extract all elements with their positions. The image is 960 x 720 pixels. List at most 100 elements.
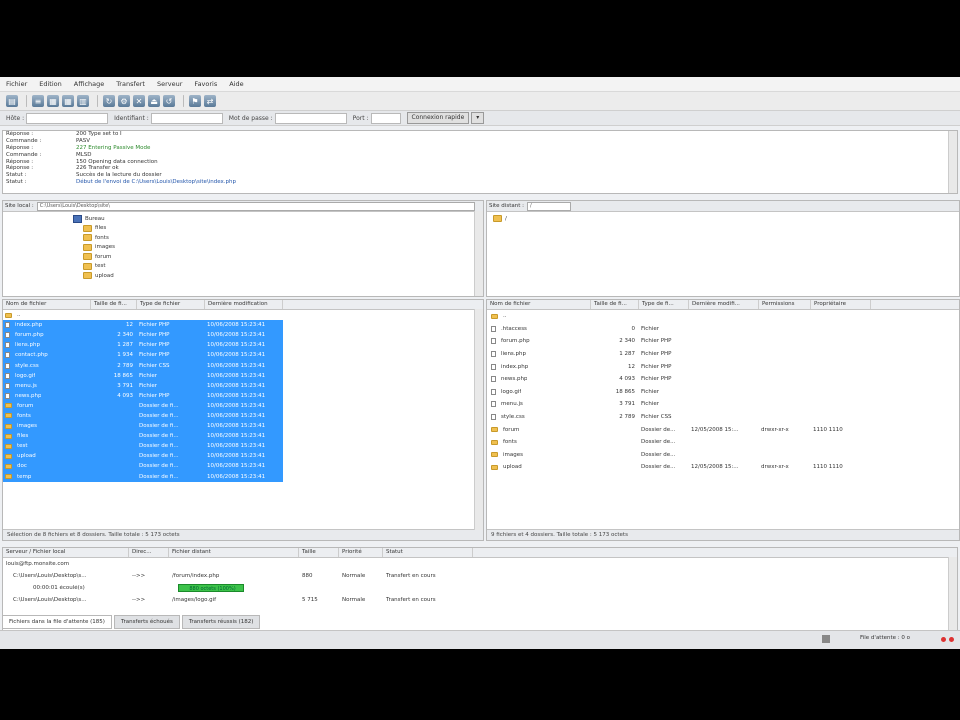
- local-file-row[interactable]: news.php 4 093 Fichier PHP 10/06/2008 15:23…: [3, 390, 283, 401]
- local-file-row[interactable]: menu.js 3 791 Fichier 10/06/2008 15:23:41: [3, 380, 283, 391]
- queue-tab[interactable]: Transferts réussis (182): [181, 615, 261, 629]
- local-tree-item[interactable]: Bureau: [73, 214, 483, 224]
- local-column-headers: Nom de fichier Taille de fi... Type de fic…: [3, 300, 483, 310]
- local-file-type: Fichier PHP: [139, 332, 170, 339]
- queue-tab[interactable]: Transferts échoués: [113, 615, 180, 629]
- local-tree-item[interactable]: forum: [73, 252, 483, 262]
- remote-file-row[interactable]: style.css 2 789 Fichier CSS: [487, 411, 959, 424]
- cancel-icon[interactable]: ✕: [133, 95, 145, 107]
- local-column-header[interactable]: Nom de fichier: [3, 300, 91, 309]
- password-label: Mot de passe :: [228, 114, 273, 122]
- local-file-size: 3 791: [117, 382, 133, 389]
- local-column-header[interactable]: Type de fichier: [137, 300, 205, 309]
- process-queue-icon[interactable]: ⚙: [118, 95, 130, 107]
- host-input[interactable]: [26, 112, 109, 124]
- local-file-row[interactable]: fonts Dossier de fi... 10/06/2008 15:23:41: [3, 410, 283, 422]
- toggle-remote-tree-icon[interactable]: ▦: [62, 95, 74, 107]
- local-file-name: fonts: [17, 412, 31, 419]
- local-file-row[interactable]: liens.php 1 287 Fichier PHP 10/06/2008 15:2…: [3, 340, 283, 351]
- local-file-row[interactable]: logo.gif 18 865 Fichier 10/06/2008 15:23:41: [3, 370, 283, 381]
- queue-column-header[interactable]: Serveur / Fichier local: [3, 548, 129, 557]
- remote-column-header[interactable]: Permissions: [759, 300, 811, 309]
- disconnect-icon[interactable]: ⏏: [148, 95, 160, 107]
- queue-row[interactable]: louis@ftp.monsite.com: [3, 558, 957, 570]
- remote-tree-root[interactable]: /: [493, 214, 959, 224]
- queue-row[interactable]: C:\Users\Louis\Desktop\s... -->> /forum/in…: [3, 570, 957, 582]
- local-file-row[interactable]: temp Dossier de fi... 10/06/2008 15:23:41: [3, 471, 283, 482]
- local-file-row[interactable]: test Dossier de fi... 10/06/2008 15:23:41: [3, 441, 283, 452]
- remote-file-row[interactable]: fonts Dossier de...: [487, 436, 959, 449]
- remote-column-header[interactable]: Propriétaire: [811, 300, 871, 309]
- local-file-row[interactable]: contact.php 1 934 Fichier PHP 10/06/2008 15…: [3, 350, 283, 361]
- refresh-icon[interactable]: ↻: [103, 95, 115, 107]
- queue-row[interactable]: C:\Users\Louis\Desktop\s... -->> /images/l…: [3, 594, 957, 606]
- local-file-row[interactable]: images Dossier de fi... 10/06/2008 15:23:4…: [3, 421, 283, 432]
- remote-file-row[interactable]: liens.php 1 287 Fichier PHP: [487, 348, 959, 361]
- remote-file-row[interactable]: .htaccess 0 Fichier: [487, 323, 959, 336]
- menu-item[interactable]: Aide: [229, 80, 243, 88]
- local-file-row[interactable]: forum.php 2 340 Fichier PHP 10/06/2008 15:2…: [3, 330, 283, 341]
- user-input[interactable]: [150, 112, 223, 124]
- toggle-log-icon[interactable]: ≡: [32, 95, 44, 107]
- reconnect-icon[interactable]: ↺: [163, 95, 175, 107]
- local-column-header[interactable]: Dernière modification: [205, 300, 283, 309]
- toggle-local-tree-icon[interactable]: ▦: [47, 95, 59, 107]
- menu-item[interactable]: Transfert: [116, 80, 145, 88]
- queue-row[interactable]: 00:00:01 écoulé(s) 880 octets (100%): [3, 582, 957, 594]
- queue-column-header[interactable]: Fichier distant: [169, 548, 299, 557]
- local-file-row[interactable]: upload Dossier de fi... 10/06/2008 15:23:4…: [3, 451, 283, 462]
- remote-file-row[interactable]: menu.js 3 791 Fichier: [487, 398, 959, 411]
- local-tree-item[interactable]: test: [73, 262, 483, 272]
- port-input[interactable]: [370, 112, 401, 124]
- local-tree-scrollbar[interactable]: [474, 211, 483, 296]
- local-column-header[interactable]: Taille de fi...: [91, 300, 137, 309]
- file-icon: [491, 338, 496, 345]
- filter-icon[interactable]: ⚑: [189, 95, 201, 107]
- local-tree-item[interactable]: upload: [73, 271, 483, 281]
- queue-scrollbar[interactable]: [948, 557, 957, 630]
- quickconnect-dropdown-icon[interactable]: ▾: [471, 112, 485, 124]
- log-scrollbar[interactable]: [948, 131, 957, 193]
- queue-column-header[interactable]: Direc...: [129, 548, 169, 557]
- remote-column-header[interactable]: Taille de fi...: [591, 300, 639, 309]
- remote-file-row[interactable]: index.php 12 Fichier PHP: [487, 360, 959, 373]
- remote-column-header[interactable]: Dernière modifi...: [689, 300, 759, 309]
- remote-file-row[interactable]: forum Dossier de... 12/05/2008 15:... drwxr…: [487, 423, 959, 436]
- queue-column-header[interactable]: Statut: [383, 548, 473, 557]
- local-tree-item[interactable]: files: [73, 224, 483, 234]
- remote-file-row[interactable]: upload Dossier de... 12/05/2008 15:... drwx…: [487, 461, 959, 474]
- local-path-input[interactable]: C:\Users\Louis\Desktop\site\: [36, 201, 475, 211]
- queue-column-header[interactable]: Priorité: [339, 548, 383, 557]
- remote-file-row[interactable]: ..: [487, 310, 959, 323]
- local-file-row[interactable]: ..: [3, 310, 283, 320]
- menu-item[interactable]: Affichage: [74, 80, 105, 88]
- remote-file-row[interactable]: logo.gif 18 865 Fichier: [487, 386, 959, 399]
- queue-column-header[interactable]: Taille: [299, 548, 339, 557]
- local-file-row[interactable]: style.css 2 789 Fichier CSS 10/06/2008 15:2…: [3, 360, 283, 371]
- local-tree-item[interactable]: fonts: [73, 233, 483, 243]
- toggle-queue-icon[interactable]: ▥: [77, 95, 89, 107]
- remote-file-name: forum: [503, 426, 520, 433]
- local-tree-item[interactable]: images: [73, 243, 483, 253]
- remote-file-row[interactable]: forum.php 2 340 Fichier PHP: [487, 335, 959, 348]
- remote-column-header[interactable]: Nom de fichier: [487, 300, 591, 309]
- compare-icon[interactable]: ⇄: [204, 95, 216, 107]
- remote-column-header[interactable]: Type de fi...: [639, 300, 689, 309]
- local-file-row[interactable]: index.php 12 Fichier PHP 10/06/2008 15:23:4…: [3, 320, 283, 331]
- quickconnect-button[interactable]: Connexion rapide: [406, 112, 470, 124]
- queue-tab[interactable]: Fichiers dans la file d'attente (185): [2, 615, 112, 629]
- menu-item[interactable]: Fichier: [6, 80, 27, 88]
- local-file-row[interactable]: doc Dossier de fi... 10/06/2008 15:23:41: [3, 461, 283, 472]
- local-list-scrollbar[interactable]: [474, 309, 483, 530]
- menu-item[interactable]: Favoris: [194, 80, 217, 88]
- local-file-row[interactable]: forum Dossier de fi... 10/06/2008 15:23:41: [3, 400, 283, 411]
- site-manager-icon[interactable]: ▤: [6, 95, 18, 107]
- remote-file-row[interactable]: news.php 4 093 Fichier PHP: [487, 373, 959, 386]
- menu-item[interactable]: Edition: [39, 80, 62, 88]
- local-file-row[interactable]: files Dossier de fi... 10/06/2008 15:23:41: [3, 431, 283, 442]
- remote-path-input[interactable]: /: [526, 201, 571, 211]
- log-line: Statut : Début de l'envoi de C:\Users\Lou…: [3, 179, 957, 186]
- menu-item[interactable]: Serveur: [157, 80, 182, 88]
- password-input[interactable]: [274, 112, 347, 124]
- remote-file-row[interactable]: images Dossier de...: [487, 449, 959, 462]
